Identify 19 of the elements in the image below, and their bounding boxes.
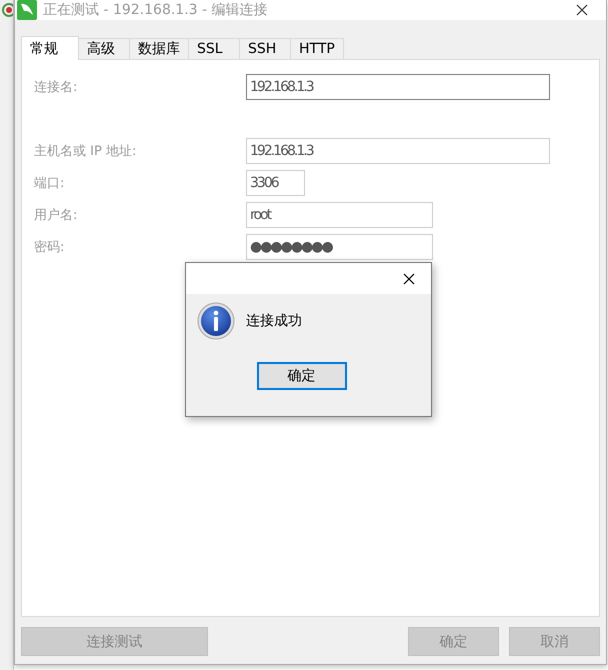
ok-button[interactable]: 确定: [256, 362, 346, 390]
text-field[interactable]: 3306: [246, 170, 305, 196]
message-text: 连接成功: [246, 312, 302, 330]
field-label: 连接名:: [34, 79, 78, 96]
text-field[interactable]: 192.168.1.3: [246, 138, 550, 164]
close-icon[interactable]: [403, 272, 415, 284]
field-label: 主机名或 IP 地址:: [34, 143, 138, 160]
tab[interactable]: 常规: [21, 36, 79, 60]
info-icon: [197, 302, 235, 340]
text-field[interactable]: root: [246, 202, 433, 228]
field-label: 用户名:: [34, 207, 78, 224]
app-logo-icon: [1, 2, 13, 18]
text-field[interactable]: 192.168.1.3: [246, 74, 550, 100]
close-icon[interactable]: [576, 4, 588, 16]
field-label: 端口:: [34, 175, 66, 192]
window-title: 正在测试 - 192.168.1.3 - 编辑连接: [43, 1, 269, 19]
tab[interactable]: HTTP: [290, 38, 344, 60]
field-label: 密码:: [34, 239, 66, 256]
password-field[interactable]: ●●●●●●●●: [246, 234, 433, 260]
